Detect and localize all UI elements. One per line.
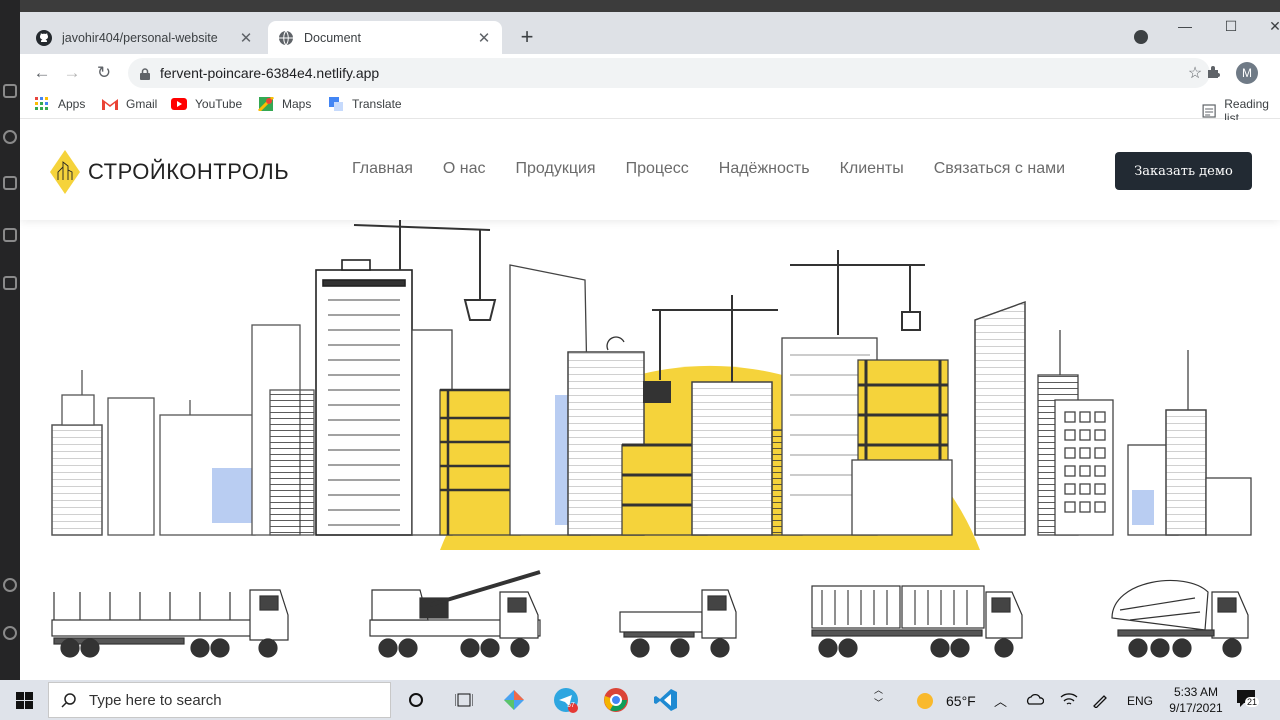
clock[interactable]: 5:33 AM 9/17/2021 [1166,684,1226,716]
site-header: СТРОЙКОНТРОЛЬ Главная О нас Продукция Пр… [20,120,1280,220]
windows-start-icon[interactable] [0,680,48,720]
weather-temp[interactable]: 65°F [946,693,976,709]
tab-bar: javohir404/personal-website ✕ Document ✕… [20,12,1280,54]
logo-diamond-icon [50,150,80,194]
pen-icon[interactable] [1092,692,1108,711]
bookmark-translate[interactable]: Translate [328,97,402,111]
tab-title: javohir404/personal-website [62,30,218,45]
clock-time: 5:33 AM [1173,685,1219,699]
onedrive-icon[interactable] [1026,692,1045,709]
account-icon[interactable] [3,578,17,592]
browser-window: javohir404/personal-website ✕ Document ✕… [20,12,1280,680]
github-icon [36,29,52,46]
tab-document[interactable]: Document ✕ [268,21,502,54]
search-icon [61,693,76,708]
tall-tower [315,259,413,536]
source-control-icon[interactable] [3,176,17,190]
minimize-button[interactable]: — [1162,18,1208,34]
crane-truck [369,570,541,658]
chrome-icon[interactable] [602,686,630,714]
profile-avatar[interactable]: M [1236,62,1258,84]
cortana-icon[interactable] [402,686,430,714]
bookmark-apps[interactable]: Apps [34,97,85,111]
bookmark-label: YouTube [195,97,243,111]
nav-products[interactable]: Продукция [516,160,596,178]
translate-icon [329,97,343,111]
reload-icon[interactable]: ↻ [92,62,116,84]
youtube-icon [171,98,187,110]
nav-about[interactable]: О нас [443,160,486,178]
bookmark-gmail[interactable]: Gmail [102,97,157,111]
buildings-right [781,301,1252,536]
tab-title: Document [304,30,361,45]
close-window-button[interactable]: ✕ [1252,18,1280,35]
nav-contact[interactable]: Связаться с нами [934,160,1065,178]
language-indicator[interactable]: ENG [1127,694,1153,708]
telegram-badge: 57 [567,702,575,709]
buildings-left [51,324,315,536]
order-demo-button[interactable]: Заказать демо [1115,152,1252,190]
new-tab-button[interactable]: + [514,25,540,51]
vscode-title-bar [0,0,1280,12]
main-nav: Главная О нас Продукция Процесс Надёжнос… [352,160,1095,178]
vscode-activity-bar [0,0,20,680]
search-placeholder: Type here to search [89,691,222,709]
back-arrow-icon[interactable]: ← [30,62,54,84]
close-tab-icon[interactable]: ✕ [476,29,492,47]
bookmark-label: Maps [282,97,312,111]
explorer-icon[interactable] [3,84,17,98]
notification-count: 21 [1245,697,1260,707]
extensions-puzzle-icon[interactable] [1206,64,1222,85]
url-text: fervent-poincare-6384e4.netlify.app [160,65,380,81]
maps-icon [258,97,274,111]
hero-city-illustration [51,220,1252,658]
notification-icon[interactable]: 21 [1236,689,1260,712]
tab-github[interactable]: javohir404/personal-website ✕ [26,21,264,54]
scroll-chevrons-icon[interactable]: ︿ ﹀ [874,684,883,710]
tray-chevron-up-icon[interactable]: ︿ [994,691,1007,710]
trucks-row [51,570,1249,658]
gmail-icon [102,99,118,110]
nav-reliability[interactable]: Надёжность [719,160,810,178]
clock-date: 9/17/2021 [1169,701,1223,715]
bookmark-label: Translate [352,97,402,111]
small-truck [619,589,737,658]
globe-icon [278,30,294,46]
flatbed-truck [51,589,289,658]
bookmark-maps[interactable]: Maps [258,97,311,111]
bookmarks-bar: Apps Gmail YouTube Maps Translate Readin… [20,92,1280,125]
wifi-icon[interactable] [1060,692,1078,711]
container-truck [811,585,1023,658]
maximize-button[interactable]: ☐ [1208,18,1254,35]
weather-sun-icon[interactable] [916,692,934,713]
tab-search-icon[interactable] [1134,30,1148,44]
forward-arrow-icon[interactable]: → [60,62,84,84]
close-tab-icon[interactable]: ✕ [238,29,254,47]
nav-clients[interactable]: Клиенты [840,160,904,178]
nav-process[interactable]: Процесс [626,160,689,178]
bookmark-label: Apps [58,97,86,111]
settings-gear-icon[interactable] [3,626,17,640]
app-icon-colorful[interactable] [500,686,528,714]
search-icon[interactable] [3,130,17,144]
telegram-icon[interactable]: 57 [552,686,580,714]
debug-icon[interactable] [3,228,17,242]
windows-taskbar: Type here to search 57 ︿ ﹀ 65°F ︿ ENG 5:… [0,680,1280,720]
web-page: СТРОЙКОНТРОЛЬ Главная О нас Продукция Пр… [20,120,1280,680]
bookmark-youtube[interactable]: YouTube [171,97,242,111]
nav-home[interactable]: Главная [352,160,413,178]
extensions-icon[interactable] [3,276,17,290]
reading-list-icon [1202,104,1216,118]
task-view-icon[interactable] [450,686,478,714]
apps-grid-icon [35,97,48,110]
browser-toolbar: ← → ↻ fervent-poincare-6384e4.netlify.ap… [20,54,1280,92]
taskbar-search-input[interactable]: Type here to search [48,682,391,718]
address-bar[interactable]: fervent-poincare-6384e4.netlify.app ☆ [128,58,1210,88]
vscode-icon[interactable] [652,686,680,714]
cement-mixer-truck [1111,579,1249,658]
site-logo[interactable]: СТРОЙКОНТРОЛЬ [50,150,289,194]
bookmark-label: Gmail [126,97,158,111]
lock-icon [140,67,150,80]
logo-text: СТРОЙКОНТРОЛЬ [88,159,290,184]
